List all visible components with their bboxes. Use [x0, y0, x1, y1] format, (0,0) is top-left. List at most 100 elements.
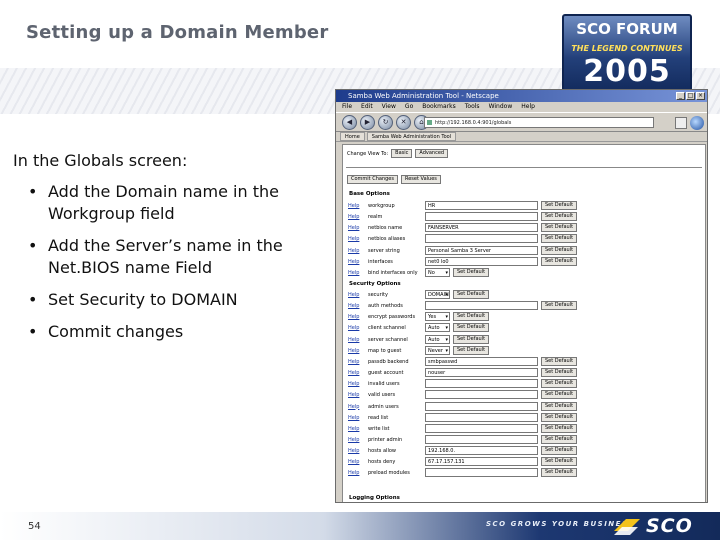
option-input[interactable] [425, 401, 538, 411]
set-default-button[interactable]: Set Default [541, 434, 578, 444]
help-link[interactable]: Help [348, 248, 359, 254]
tab-swat[interactable]: Samba Web Administration Tool [366, 132, 457, 141]
set-default-button[interactable]: Set Default [541, 457, 578, 467]
help-link[interactable]: Help [348, 415, 359, 421]
set-default-button[interactable]: Set Default [453, 312, 490, 322]
option-name: client schannel [368, 325, 406, 332]
help-link[interactable]: Help [348, 203, 359, 209]
section-base-options: Base Options [349, 191, 390, 197]
forward-icon[interactable]: ▶ [360, 114, 375, 130]
help-link[interactable]: Help [348, 292, 359, 298]
search-button[interactable] [675, 117, 687, 129]
help-link[interactable]: Help [348, 359, 359, 365]
option-input[interactable]: FAINSERVER [425, 223, 538, 233]
option-input[interactable]: HR [425, 201, 538, 210]
set-default-button[interactable]: Set Default [453, 267, 490, 277]
help-link[interactable]: Help [348, 337, 359, 343]
option-row: Help map to guest NeverSet Default [348, 345, 703, 356]
help-link[interactable]: Help [348, 348, 359, 354]
advanced-view-button[interactable]: Advanced [415, 149, 449, 158]
option-row: Help bind interfaces only NoSet Default [348, 267, 703, 278]
option-input[interactable] [425, 301, 538, 311]
commit-changes-button[interactable]: Commit Changes [347, 175, 398, 184]
help-link[interactable]: Help [348, 303, 359, 309]
help-link[interactable]: Help [348, 259, 359, 265]
option-select[interactable]: Yes [425, 312, 450, 322]
option-input[interactable]: 192.168.0. [425, 446, 538, 456]
minimize-button[interactable]: _ [676, 92, 685, 100]
help-link[interactable]: Help [348, 370, 359, 376]
option-input[interactable] [425, 468, 538, 478]
set-default-button[interactable]: Set Default [541, 468, 578, 478]
set-default-button[interactable]: Set Default [541, 379, 578, 389]
help-link[interactable]: Help [348, 236, 359, 242]
option-select[interactable]: Auto [425, 323, 450, 333]
set-default-button[interactable]: Set Default [541, 301, 578, 311]
menu-view[interactable]: View [382, 102, 396, 112]
set-default-button[interactable]: Set Default [453, 290, 490, 299]
option-input[interactable]: nouser [425, 368, 538, 378]
set-default-button[interactable]: Set Default [541, 412, 578, 422]
maximize-button[interactable]: □ [686, 92, 695, 100]
set-default-button[interactable]: Set Default [541, 256, 578, 266]
set-default-button[interactable]: Set Default [541, 423, 578, 433]
option-select[interactable]: No [425, 267, 450, 277]
set-default-button[interactable]: Set Default [453, 345, 490, 355]
help-link[interactable]: Help [348, 437, 359, 443]
help-link[interactable]: Help [348, 314, 359, 320]
help-link[interactable]: Help [348, 270, 359, 276]
menu-file[interactable]: File [342, 102, 352, 112]
menu-window[interactable]: Window [489, 102, 513, 112]
close-button[interactable]: × [696, 92, 705, 100]
option-input[interactable] [425, 234, 538, 244]
url-input[interactable]: http://192.168.0.4:901/globals [424, 117, 654, 128]
option-input[interactable]: 67.17.157.131 [425, 457, 538, 467]
menu-help[interactable]: Help [521, 102, 535, 112]
menu-tools[interactable]: Tools [465, 102, 480, 112]
help-link[interactable]: Help [348, 392, 359, 398]
set-default-button[interactable]: Set Default [541, 223, 578, 233]
option-input[interactable]: Personal Samba 3 Server [425, 245, 538, 255]
option-input[interactable]: smbpasswd [425, 356, 538, 366]
set-default-button[interactable]: Set Default [541, 446, 578, 456]
basic-view-button[interactable]: Basic [391, 149, 413, 158]
tab-home[interactable]: Home [340, 132, 365, 141]
set-default-button[interactable]: Set Default [541, 401, 578, 411]
help-link[interactable]: Help [348, 459, 359, 465]
set-default-button[interactable]: Set Default [541, 234, 578, 244]
stop-icon[interactable]: ✕ [396, 114, 411, 130]
reset-values-button[interactable]: Reset Values [400, 175, 441, 184]
option-input[interactable] [425, 434, 538, 444]
set-default-button[interactable]: Set Default [541, 212, 578, 222]
help-link[interactable]: Help [348, 426, 359, 432]
set-default-button[interactable]: Set Default [453, 334, 490, 344]
help-link[interactable]: Help [348, 225, 359, 231]
option-name: write list [368, 425, 390, 432]
option-select[interactable]: Auto [425, 334, 450, 344]
help-link[interactable]: Help [348, 214, 359, 220]
back-icon[interactable]: ◀ [342, 114, 357, 130]
set-default-button[interactable]: Set Default [541, 245, 578, 255]
reload-icon[interactable]: ↻ [378, 114, 393, 130]
set-default-button[interactable]: Set Default [541, 201, 578, 210]
menu-bookmarks[interactable]: Bookmarks [422, 102, 456, 112]
set-default-button[interactable]: Set Default [541, 390, 578, 400]
option-input[interactable] [425, 390, 538, 400]
help-link[interactable]: Help [348, 381, 359, 387]
help-link[interactable]: Help [348, 325, 359, 331]
help-link[interactable]: Help [348, 404, 359, 410]
option-input[interactable] [425, 412, 538, 422]
option-select[interactable]: DOMAIN [425, 290, 450, 299]
set-default-button[interactable]: Set Default [541, 368, 578, 378]
menu-go[interactable]: Go [405, 102, 413, 112]
option-input[interactable]: net0 lo0 [425, 256, 538, 266]
menu-edit[interactable]: Edit [361, 102, 373, 112]
option-select[interactable]: Never [425, 345, 450, 355]
set-default-button[interactable]: Set Default [541, 356, 578, 366]
option-input[interactable] [425, 423, 538, 433]
help-link[interactable]: Help [348, 448, 359, 454]
help-link[interactable]: Help [348, 470, 359, 476]
set-default-button[interactable]: Set Default [453, 323, 490, 333]
option-input[interactable] [425, 379, 538, 389]
option-input[interactable] [425, 212, 538, 222]
